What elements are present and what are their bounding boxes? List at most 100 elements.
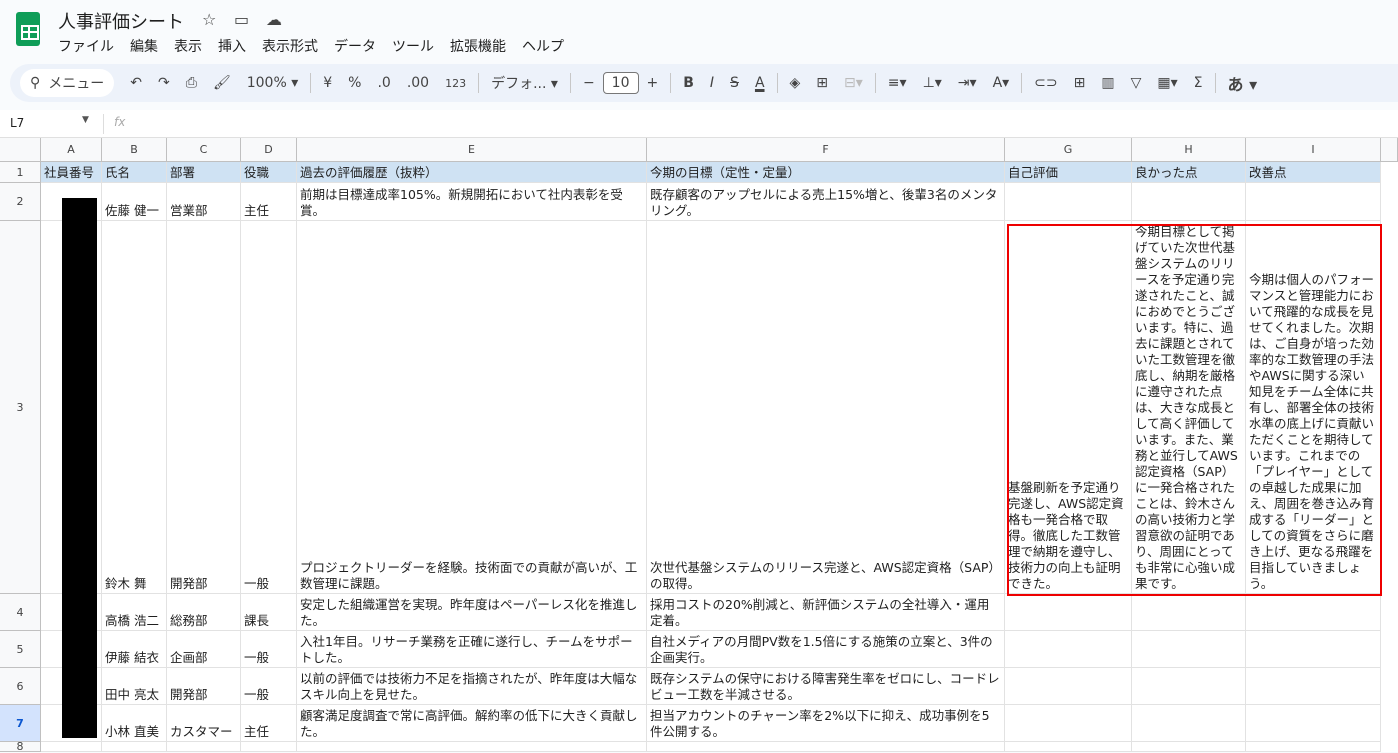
- table-cell[interactable]: 主任: [241, 705, 297, 742]
- select-all-corner[interactable]: [0, 138, 41, 162]
- empty-cell[interactable]: [297, 742, 647, 752]
- table-cell[interactable]: 高橋 浩二: [102, 594, 167, 631]
- table-cell[interactable]: 既存システムの保守における障害発生率をゼロにし、コードレビュー工数を半減させる。: [647, 668, 1005, 705]
- table-cell[interactable]: [1132, 705, 1246, 742]
- chart-icon[interactable]: ▥: [1093, 75, 1122, 91]
- vertical-align-icon[interactable]: ⊥▾: [915, 75, 950, 91]
- empty-cell[interactable]: [1132, 742, 1246, 752]
- table-cell[interactable]: 開発部: [167, 668, 241, 705]
- table-cell[interactable]: [1246, 594, 1381, 631]
- header-cell[interactable]: 過去の評価履歴（抜粋）: [297, 162, 647, 183]
- table-cell[interactable]: [1005, 631, 1132, 668]
- table-cell[interactable]: [1132, 668, 1246, 705]
- print-icon[interactable]: ⎙: [178, 75, 205, 91]
- link-icon[interactable]: ⊂⊃: [1026, 75, 1065, 91]
- table-cell[interactable]: [1005, 705, 1132, 742]
- table-cell[interactable]: [1246, 705, 1381, 742]
- table-cell[interactable]: [1132, 594, 1246, 631]
- menu-item[interactable]: 挿入: [218, 36, 246, 56]
- row-header-5[interactable]: 5: [0, 631, 41, 668]
- table-cell[interactable]: 前期は目標達成率105%。新規開拓において社内表彰を受賞。: [297, 183, 647, 221]
- empty-cell[interactable]: [102, 742, 167, 752]
- table-cell[interactable]: 鈴木 舞: [102, 221, 167, 594]
- table-cell[interactable]: 一般: [241, 668, 297, 705]
- table-cell[interactable]: 担当アカウントのチャーン率を2%以下に抑え、成功事例を5件公開する。: [647, 705, 1005, 742]
- redo-icon[interactable]: ↷: [150, 75, 178, 91]
- menu-item[interactable]: 編集: [130, 36, 158, 56]
- zoom-select[interactable]: 100% ▾: [239, 75, 307, 91]
- borders-icon[interactable]: ⊞: [808, 75, 836, 91]
- menu-item[interactable]: ファイル: [58, 36, 114, 56]
- empty-cell[interactable]: [1005, 742, 1132, 752]
- row-header-2[interactable]: 2: [0, 183, 41, 221]
- currency-button[interactable]: ¥: [315, 75, 340, 91]
- bold-button[interactable]: B: [675, 75, 702, 91]
- menu-item[interactable]: 表示形式: [262, 36, 318, 56]
- empty-cell[interactable]: [167, 742, 241, 752]
- table-cell[interactable]: カスタマー: [167, 705, 241, 742]
- table-cell[interactable]: 課長: [241, 594, 297, 631]
- table-cell[interactable]: [1005, 183, 1132, 221]
- table-cell[interactable]: 次世代基盤システムのリリース完遂と、AWS認定資格（SAP）の取得。: [647, 221, 1005, 594]
- table-cell[interactable]: 既存顧客のアップセルによる売上15%増と、後輩3名のメンタリング。: [647, 183, 1005, 221]
- table-cell[interactable]: 一般: [241, 221, 297, 594]
- column-header-g[interactable]: G: [1005, 138, 1132, 162]
- column-header-b[interactable]: B: [102, 138, 167, 162]
- row-header-4[interactable]: 4: [0, 594, 41, 631]
- row-header-6[interactable]: 6: [0, 668, 41, 705]
- increase-decimal-button[interactable]: .00: [399, 75, 437, 91]
- table-cell[interactable]: 開発部: [167, 221, 241, 594]
- percent-button[interactable]: %: [340, 75, 369, 91]
- header-cell[interactable]: 氏名: [102, 162, 167, 183]
- empty-cell[interactable]: [41, 742, 102, 752]
- sheets-logo[interactable]: [16, 12, 40, 46]
- menu-item[interactable]: 表示: [174, 36, 202, 56]
- name-box[interactable]: L7: [10, 116, 24, 130]
- undo-icon[interactable]: ↶: [122, 75, 150, 91]
- table-cell[interactable]: [1246, 668, 1381, 705]
- table-cell[interactable]: [1005, 594, 1132, 631]
- header-cell[interactable]: 社員番号: [41, 162, 102, 183]
- font-select[interactable]: デフォ... ▾: [483, 73, 566, 93]
- empty-cell[interactable]: [647, 742, 1005, 752]
- table-cell[interactable]: [1246, 183, 1381, 221]
- column-header-e[interactable]: E: [297, 138, 647, 162]
- text-wrap-icon[interactable]: ⇥▾: [950, 75, 985, 91]
- filter-views-icon[interactable]: ▦▾: [1149, 75, 1185, 91]
- header-cell[interactable]: 改善点: [1246, 162, 1381, 183]
- menu-search[interactable]: ⚲ メニュー: [20, 69, 115, 97]
- column-header-d[interactable]: D: [241, 138, 297, 162]
- menu-item[interactable]: ヘルプ: [522, 36, 564, 56]
- functions-icon[interactable]: Σ: [1186, 75, 1211, 91]
- number-format-button[interactable]: 123: [437, 77, 474, 90]
- text-rotation-icon[interactable]: A▾: [985, 75, 1018, 91]
- header-cell[interactable]: 今期の目標（定性・定量）: [647, 162, 1005, 183]
- table-cell[interactable]: [1005, 668, 1132, 705]
- table-cell[interactable]: 営業部: [167, 183, 241, 221]
- table-cell[interactable]: 自社メディアの月間PV数を1.5倍にする施策の立案と、3件の企画実行。: [647, 631, 1005, 668]
- input-tools-button[interactable]: あ ▾: [1220, 71, 1266, 95]
- font-size-decrease-icon[interactable]: −: [575, 75, 603, 91]
- table-cell[interactable]: [1132, 183, 1246, 221]
- fill-color-icon[interactable]: ◈: [782, 75, 809, 91]
- font-size-input[interactable]: 10: [602, 72, 639, 94]
- row-header-3[interactable]: 3: [0, 221, 41, 594]
- menu-item[interactable]: ツール: [392, 36, 434, 56]
- strikethrough-icon[interactable]: S: [722, 75, 747, 91]
- comment-icon[interactable]: ⊞: [1066, 75, 1094, 91]
- table-cell[interactable]: [1132, 631, 1246, 668]
- row-header-8[interactable]: 8: [0, 740, 41, 753]
- table-cell[interactable]: 一般: [241, 631, 297, 668]
- table-cell[interactable]: 佐藤 健一: [102, 183, 167, 221]
- table-cell[interactable]: 田中 亮太: [102, 668, 167, 705]
- header-cell[interactable]: 自己評価: [1005, 162, 1132, 183]
- italic-button[interactable]: I: [702, 75, 722, 91]
- row-header-7[interactable]: 7: [0, 705, 41, 742]
- table-cell[interactable]: 主任: [241, 183, 297, 221]
- menu-item[interactable]: データ: [334, 36, 376, 56]
- font-size-increase-icon[interactable]: +: [639, 75, 667, 91]
- column-header-c[interactable]: C: [167, 138, 241, 162]
- table-cell[interactable]: 小林 直美: [102, 705, 167, 742]
- decrease-decimal-button[interactable]: .0: [369, 75, 398, 91]
- star-icon[interactable]: ☆: [202, 10, 216, 29]
